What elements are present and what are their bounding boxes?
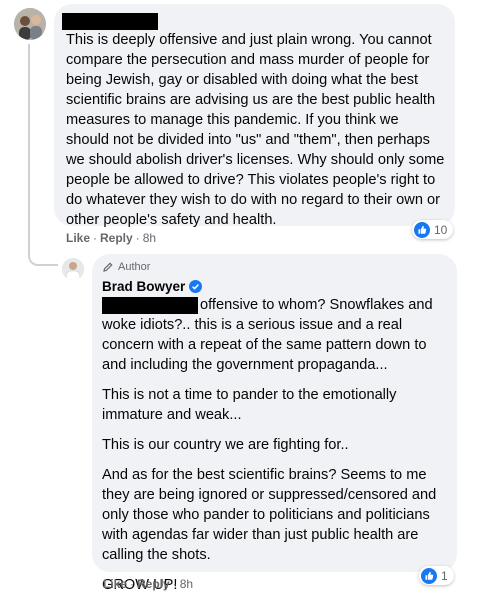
separator-dot: ·	[93, 231, 98, 245]
like-reaction-icon	[421, 567, 437, 584]
reply-text: offensive to whom? Snowflakes and woke i…	[102, 295, 447, 594]
author-name-row: Brad Bowyer	[102, 277, 447, 295]
user-avatar-icon	[14, 8, 46, 40]
comment-actions: Like · Reply · 8h	[66, 231, 156, 245]
verified-badge-icon	[189, 279, 203, 293]
reply-actions: Like · Reply · 8h	[103, 577, 193, 591]
like-link[interactable]: Like	[103, 577, 127, 591]
pen-icon	[103, 262, 113, 272]
reply-first-line-text: offensive to whom? Snowflakes and	[200, 297, 433, 313]
separator-dot: ·	[172, 577, 177, 591]
comment-text: This is deeply offensive and just plain …	[66, 32, 445, 228]
reply-first-line: offensive to whom? Snowflakes and	[102, 295, 447, 315]
reply-paragraph: offensive to whom? Snowflakes and woke i…	[102, 295, 447, 375]
separator-dot: ·	[130, 577, 135, 591]
author-avatar[interactable]	[62, 258, 84, 280]
author-avatar-icon	[62, 258, 84, 280]
reply-paragraph: This is not a time to pander to the emot…	[102, 387, 397, 423]
reply-paragraph: This is our country we are fighting for.…	[102, 437, 349, 453]
commenter-avatar[interactable]	[14, 8, 46, 40]
like-link[interactable]: Like	[66, 231, 90, 245]
reply-link[interactable]: Reply	[137, 577, 170, 591]
author-badge-label: Author	[118, 261, 151, 273]
reaction-count-badge[interactable]: 1	[419, 566, 454, 585]
reply-bubble: Author Brad Bowyer offensive to whom? Sn…	[92, 254, 457, 593]
reply-paragraph: And as for the best scientific brains? S…	[102, 467, 437, 563]
reaction-count-badge[interactable]: 10	[412, 220, 454, 239]
reaction-count: 1	[441, 568, 448, 583]
like-reaction-icon	[414, 221, 430, 238]
reply-paragraph-rest: woke idiots?.. this is a serious issue a…	[102, 317, 427, 373]
redacted-commenter-name	[62, 13, 158, 30]
reaction-count: 10	[434, 222, 448, 237]
author-name[interactable]: Brad Bowyer	[102, 279, 185, 294]
timestamp[interactable]: 8h	[143, 231, 156, 245]
reply-link[interactable]: Reply	[100, 231, 133, 245]
timestamp[interactable]: 8h	[180, 577, 193, 591]
redacted-mention	[102, 296, 198, 314]
comment-bubble: This is deeply offensive and just plain …	[54, 4, 455, 228]
separator-dot: ·	[135, 231, 140, 245]
author-badge: Author	[102, 259, 447, 275]
